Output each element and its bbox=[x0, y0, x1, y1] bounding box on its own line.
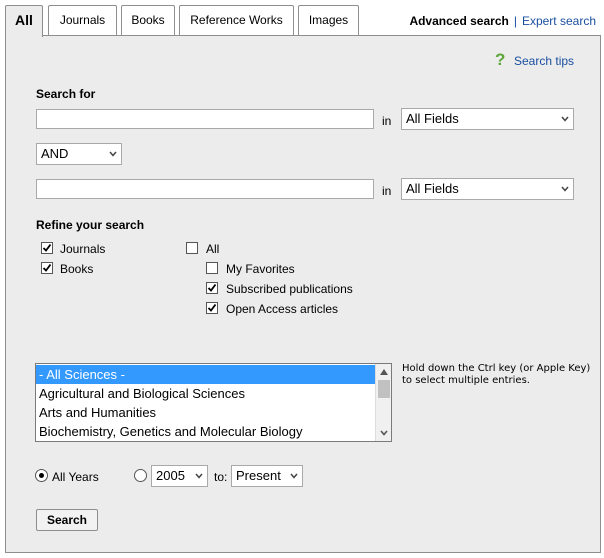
in-label-1: in bbox=[382, 114, 392, 128]
checkmark-icon bbox=[42, 263, 52, 272]
chevron-down-icon bbox=[561, 186, 569, 192]
chevron-down-icon bbox=[195, 473, 203, 479]
to-label: to: bbox=[214, 470, 228, 484]
scroll-up-icon[interactable] bbox=[380, 369, 388, 375]
search-panel: ? Search tips Search for in All Fields A… bbox=[5, 35, 601, 553]
checkbox-my-favorites-label: My Favorites bbox=[226, 262, 295, 276]
search-mode-links: Advanced search | Expert search bbox=[409, 14, 596, 28]
chevron-down-icon bbox=[109, 151, 117, 157]
chevron-down-icon bbox=[561, 116, 569, 122]
list-item[interactable]: - All Sciences - bbox=[36, 365, 375, 384]
advanced-search-link[interactable]: Advanced search bbox=[409, 14, 508, 28]
search-term-input-1[interactable] bbox=[36, 109, 374, 129]
chevron-down-icon bbox=[290, 473, 298, 479]
search-for-label: Search for bbox=[36, 87, 96, 101]
in-label-2: in bbox=[382, 184, 392, 198]
field-select-2-value: All Fields bbox=[406, 181, 459, 196]
checkmark-icon bbox=[207, 303, 217, 312]
tab-books[interactable]: Books bbox=[121, 5, 175, 35]
checkbox-all[interactable] bbox=[186, 242, 198, 254]
radio-dot bbox=[39, 473, 44, 478]
tab-all[interactable]: All bbox=[5, 5, 43, 37]
tab-journals[interactable]: Journals bbox=[48, 5, 117, 35]
checkmark-icon bbox=[207, 283, 217, 292]
listbox-scrollbar[interactable] bbox=[375, 364, 391, 441]
checkbox-my-favorites[interactable] bbox=[206, 262, 218, 274]
list-item[interactable]: Biochemistry, Genetics and Molecular Bio… bbox=[36, 422, 375, 441]
search-term-input-2[interactable] bbox=[36, 179, 374, 199]
expert-search-link[interactable]: Expert search bbox=[522, 14, 596, 28]
radio-year-range[interactable] bbox=[134, 469, 147, 482]
operator-select[interactable]: AND bbox=[36, 143, 122, 165]
checkbox-open-access[interactable] bbox=[206, 302, 218, 314]
scroll-thumb[interactable] bbox=[378, 380, 390, 398]
checkbox-subscribed[interactable] bbox=[206, 282, 218, 294]
to-year-select[interactable]: Present bbox=[231, 465, 303, 487]
subject-listbox[interactable]: - All Sciences - Agricultural and Biolog… bbox=[35, 363, 392, 442]
checkbox-subscribed-label: Subscribed publications bbox=[226, 282, 353, 296]
radio-all-years[interactable] bbox=[35, 469, 48, 482]
question-mark-icon[interactable]: ? bbox=[495, 50, 505, 70]
link-separator: | bbox=[513, 14, 517, 28]
tab-reference-works[interactable]: Reference Works bbox=[179, 5, 294, 35]
field-select-1-value: All Fields bbox=[406, 111, 459, 126]
checkbox-journals-label: Journals bbox=[60, 242, 106, 256]
checkbox-journals[interactable] bbox=[41, 242, 53, 254]
checkbox-all-label: All bbox=[206, 242, 220, 256]
field-select-1[interactable]: All Fields bbox=[401, 108, 574, 130]
checkmark-icon bbox=[42, 243, 52, 252]
search-tips-link[interactable]: Search tips bbox=[514, 54, 574, 68]
refine-label: Refine your search bbox=[36, 218, 145, 232]
operator-select-value: AND bbox=[41, 146, 69, 161]
multi-select-hint: Hold down the Ctrl key (or Apple Key) to… bbox=[402, 363, 591, 386]
field-select-2[interactable]: All Fields bbox=[401, 178, 574, 200]
tab-images[interactable]: Images bbox=[298, 5, 359, 35]
checkbox-books[interactable] bbox=[41, 262, 53, 274]
checkbox-open-access-label: Open Access articles bbox=[226, 302, 339, 316]
from-year-select[interactable]: 2005 bbox=[151, 465, 208, 487]
to-year-value: Present bbox=[236, 468, 281, 483]
checkbox-books-label: Books bbox=[60, 262, 94, 276]
scroll-down-icon[interactable] bbox=[380, 430, 388, 436]
from-year-value: 2005 bbox=[156, 468, 185, 483]
list-item[interactable]: Arts and Humanities bbox=[36, 403, 375, 422]
all-years-label: All Years bbox=[52, 470, 99, 484]
search-button[interactable]: Search bbox=[36, 509, 98, 531]
list-item[interactable]: Agricultural and Biological Sciences bbox=[36, 384, 375, 403]
